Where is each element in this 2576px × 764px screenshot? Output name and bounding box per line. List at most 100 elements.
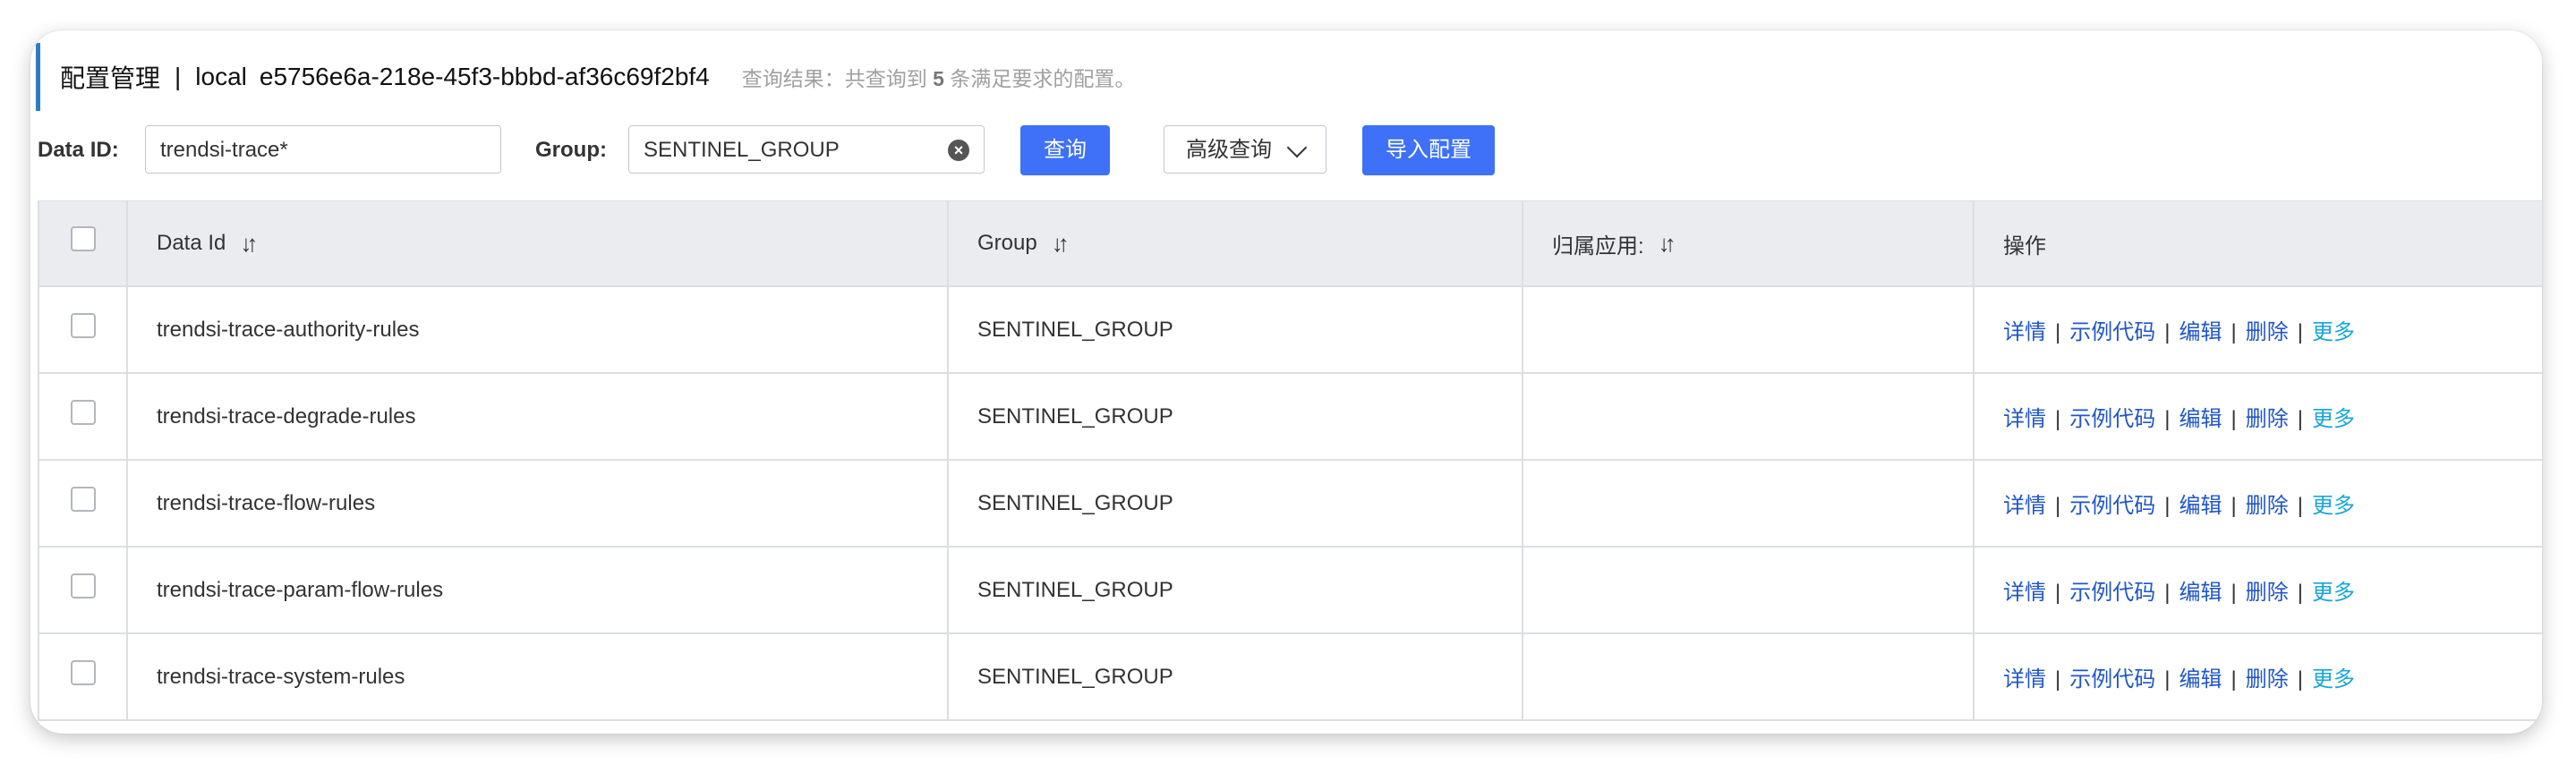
sample-code-link[interactable]: 示例代码 <box>2069 407 2155 431</box>
advanced-query-label: 高级查询 <box>1186 138 1272 162</box>
delete-link[interactable]: 删除 <box>2246 581 2289 605</box>
column-group-label: Group <box>977 231 1037 255</box>
group-cell: SENTINEL_GROUP <box>949 634 1523 719</box>
clear-icon[interactable]: × <box>948 140 969 161</box>
group-input-value: SENTINEL_GROUP <box>644 138 840 162</box>
sample-code-link[interactable]: 示例代码 <box>2069 667 2155 692</box>
more-link[interactable]: 更多 <box>2312 581 2355 605</box>
chevron-down-icon <box>1286 137 1308 158</box>
group-input[interactable]: SENTINEL_GROUP × <box>628 125 985 174</box>
delete-link[interactable]: 删除 <box>2246 494 2289 518</box>
table-row: trendsi-trace-param-flow-rules SENTINEL_… <box>38 548 2542 634</box>
edit-link[interactable]: 编辑 <box>2179 581 2222 605</box>
data-id-cell: trendsi-trace-param-flow-rules <box>128 548 949 632</box>
row-select-cell <box>38 287 128 372</box>
namespace-name: local <box>195 63 247 90</box>
sort-icon[interactable]: ↓↑ <box>240 230 258 258</box>
delete-link[interactable]: 删除 <box>2246 407 2289 431</box>
column-data-id-label: Data Id <box>157 231 226 255</box>
detail-link[interactable]: 详情 <box>2003 667 2046 692</box>
edit-link[interactable]: 编辑 <box>2179 494 2222 518</box>
detail-link[interactable]: 详情 <box>2003 407 2046 431</box>
group-cell: SENTINEL_GROUP <box>949 287 1523 372</box>
row-checkbox[interactable] <box>70 486 96 512</box>
more-link[interactable]: 更多 <box>2312 320 2355 344</box>
page-header: 配置管理 | local e5756e6a-218e-45f3-bbbd-af3… <box>36 43 1135 111</box>
action-separator: | <box>2297 494 2303 518</box>
data-id-cell: trendsi-trace-flow-rules <box>128 461 949 546</box>
sample-code-link[interactable]: 示例代码 <box>2069 494 2155 518</box>
data-id-input[interactable]: trendsi-trace* <box>145 125 501 174</box>
sample-code-link[interactable]: 示例代码 <box>2069 581 2155 605</box>
search-bar: Data ID: trendsi-trace* Group: SENTINEL_… <box>38 125 2526 175</box>
delete-link[interactable]: 删除 <box>2246 320 2289 344</box>
action-separator: | <box>2297 407 2303 431</box>
sample-code-link[interactable]: 示例代码 <box>2069 320 2155 344</box>
table-row: trendsi-trace-system-rules SENTINEL_GROU… <box>38 634 2542 721</box>
detail-link[interactable]: 详情 <box>2003 581 2046 605</box>
app-cell <box>1523 374 1975 459</box>
edit-link[interactable]: 编辑 <box>2179 407 2222 431</box>
action-separator: | <box>2164 494 2171 518</box>
action-separator: | <box>2164 667 2171 692</box>
header-select-cell <box>38 201 128 285</box>
query-result-text: 查询结果：共查询到 5 条满足要求的配置。 <box>742 62 1136 92</box>
group-cell: SENTINEL_GROUP <box>949 548 1523 632</box>
action-separator: | <box>2055 494 2061 518</box>
group-cell: SENTINEL_GROUP <box>949 374 1523 459</box>
import-config-button[interactable]: 导入配置 <box>1362 125 1495 175</box>
title-separator: | <box>175 63 182 90</box>
action-separator: | <box>2164 581 2171 605</box>
table-header: Data Id ↓↑ Group ↓↑ 归属应用: ↓↑ 操作 <box>38 201 2542 287</box>
row-checkbox[interactable] <box>70 312 96 338</box>
table-row: trendsi-trace-flow-rules SENTINEL_GROUP … <box>38 461 2542 548</box>
column-actions: 操作 <box>1975 201 2542 285</box>
actions-cell: 详情 | 示例代码 | 编辑 | 删除 | 更多 <box>1975 548 2542 632</box>
edit-link[interactable]: 编辑 <box>2179 667 2222 692</box>
page-title: 配置管理 <box>60 64 161 92</box>
action-separator: | <box>2055 581 2061 605</box>
config-management-panel: 配置管理 | local e5756e6a-218e-45f3-bbbd-af3… <box>30 30 2542 734</box>
row-select-cell <box>38 634 128 719</box>
column-app: 归属应用: ↓↑ <box>1523 201 1975 285</box>
sort-icon[interactable]: ↓↑ <box>1659 230 1676 258</box>
action-separator: | <box>2164 407 2171 431</box>
result-suffix: 条满足要求的配置。 <box>950 67 1136 90</box>
column-actions-label: 操作 <box>2003 233 2046 259</box>
action-separator: | <box>2164 320 2171 344</box>
namespace-id: e5756e6a-218e-45f3-bbbd-af36c69f2bf4 <box>259 63 710 90</box>
row-checkbox[interactable] <box>70 573 96 598</box>
row-select-cell <box>38 374 128 459</box>
sort-icon[interactable]: ↓↑ <box>1052 230 1070 258</box>
more-link[interactable]: 更多 <box>2312 494 2355 518</box>
actions-cell: 详情 | 示例代码 | 编辑 | 删除 | 更多 <box>1975 461 2542 546</box>
delete-link[interactable]: 删除 <box>2246 667 2289 692</box>
row-checkbox[interactable] <box>70 659 96 685</box>
column-app-label: 归属应用: <box>1552 233 1644 259</box>
row-checkbox[interactable] <box>70 399 96 425</box>
advanced-query-button[interactable]: 高级查询 <box>1164 125 1326 174</box>
detail-link[interactable]: 详情 <box>2003 494 2046 518</box>
table-row: trendsi-trace-authority-rules SENTINEL_G… <box>38 287 2542 374</box>
table-row: trendsi-trace-degrade-rules SENTINEL_GRO… <box>38 374 2542 461</box>
query-button[interactable]: 查询 <box>1020 125 1110 175</box>
group-cell: SENTINEL_GROUP <box>949 461 1523 546</box>
more-link[interactable]: 更多 <box>2312 667 2355 692</box>
actions-cell: 详情 | 示例代码 | 编辑 | 删除 | 更多 <box>1975 634 2542 719</box>
action-separator: | <box>2055 320 2061 344</box>
action-separator: | <box>2231 494 2237 518</box>
action-separator: | <box>2297 581 2303 605</box>
config-table: Data Id ↓↑ Group ↓↑ 归属应用: ↓↑ 操作 trendsi-… <box>38 200 2542 721</box>
detail-link[interactable]: 详情 <box>2003 320 2046 344</box>
app-cell <box>1523 548 1975 632</box>
select-all-checkbox[interactable] <box>70 226 96 251</box>
row-select-cell <box>38 461 128 546</box>
action-separator: | <box>2055 667 2061 692</box>
action-separator: | <box>2231 667 2237 692</box>
column-group: Group ↓↑ <box>949 201 1523 285</box>
data-id-cell: trendsi-trace-system-rules <box>128 634 949 719</box>
action-separator: | <box>2297 667 2303 692</box>
more-link[interactable]: 更多 <box>2312 407 2355 431</box>
result-count: 5 <box>933 67 944 90</box>
edit-link[interactable]: 编辑 <box>2179 320 2222 344</box>
